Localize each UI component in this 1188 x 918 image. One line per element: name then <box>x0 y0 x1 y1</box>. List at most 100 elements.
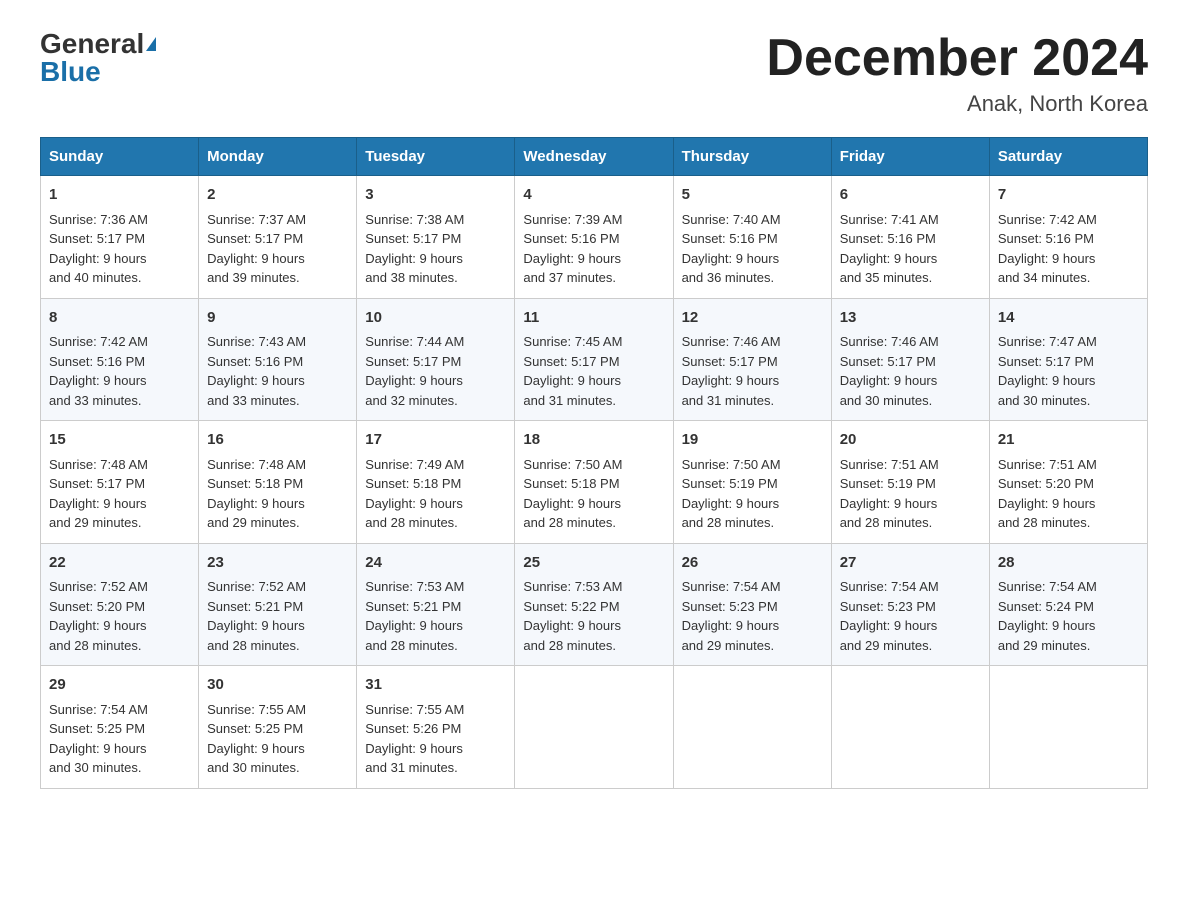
calendar-day-cell: 9Sunrise: 7:43 AMSunset: 5:16 PMDaylight… <box>199 298 357 421</box>
calendar-day-cell: 13Sunrise: 7:46 AMSunset: 5:17 PMDayligh… <box>831 298 989 421</box>
daylight-line1: Daylight: 9 hours <box>840 373 938 388</box>
sunset-text: Sunset: 5:16 PM <box>840 231 936 246</box>
sunrise-text: Sunrise: 7:52 AM <box>49 579 148 594</box>
day-of-week-header: Tuesday <box>357 138 515 176</box>
calendar-week-row: 15Sunrise: 7:48 AMSunset: 5:17 PMDayligh… <box>41 421 1148 544</box>
daylight-line1: Daylight: 9 hours <box>207 251 305 266</box>
day-number: 14 <box>998 307 1139 330</box>
day-number: 18 <box>523 429 664 452</box>
logo-blue-text: Blue <box>40 58 101 86</box>
calendar-day-cell: 6Sunrise: 7:41 AMSunset: 5:16 PMDaylight… <box>831 176 989 299</box>
calendar-day-cell: 20Sunrise: 7:51 AMSunset: 5:19 PMDayligh… <box>831 421 989 544</box>
day-of-week-header: Thursday <box>673 138 831 176</box>
daylight-line2: and 30 minutes. <box>49 760 142 775</box>
day-number: 17 <box>365 429 506 452</box>
daylight-line1: Daylight: 9 hours <box>998 496 1096 511</box>
calendar-week-row: 8Sunrise: 7:42 AMSunset: 5:16 PMDaylight… <box>41 298 1148 421</box>
sunset-text: Sunset: 5:17 PM <box>49 476 145 491</box>
day-number: 29 <box>49 674 190 697</box>
sunrise-text: Sunrise: 7:45 AM <box>523 334 622 349</box>
calendar-day-cell: 17Sunrise: 7:49 AMSunset: 5:18 PMDayligh… <box>357 421 515 544</box>
sunset-text: Sunset: 5:17 PM <box>682 354 778 369</box>
day-number: 10 <box>365 307 506 330</box>
daylight-line1: Daylight: 9 hours <box>49 251 147 266</box>
day-number: 6 <box>840 184 981 207</box>
day-number: 16 <box>207 429 348 452</box>
sunrise-text: Sunrise: 7:38 AM <box>365 212 464 227</box>
daylight-line1: Daylight: 9 hours <box>207 741 305 756</box>
calendar-day-cell: 7Sunrise: 7:42 AMSunset: 5:16 PMDaylight… <box>989 176 1147 299</box>
daylight-line2: and 28 minutes. <box>523 638 616 653</box>
daylight-line1: Daylight: 9 hours <box>49 618 147 633</box>
calendar-day-cell: 8Sunrise: 7:42 AMSunset: 5:16 PMDaylight… <box>41 298 199 421</box>
day-number: 26 <box>682 552 823 575</box>
sunrise-text: Sunrise: 7:55 AM <box>365 702 464 717</box>
calendar-day-cell: 25Sunrise: 7:53 AMSunset: 5:22 PMDayligh… <box>515 543 673 666</box>
calendar-day-cell: 18Sunrise: 7:50 AMSunset: 5:18 PMDayligh… <box>515 421 673 544</box>
sunset-text: Sunset: 5:20 PM <box>998 476 1094 491</box>
empty-cell <box>673 666 831 789</box>
sunrise-text: Sunrise: 7:37 AM <box>207 212 306 227</box>
empty-cell <box>515 666 673 789</box>
month-title: December 2024 <box>766 30 1148 87</box>
daylight-line1: Daylight: 9 hours <box>682 251 780 266</box>
day-number: 30 <box>207 674 348 697</box>
day-number: 28 <box>998 552 1139 575</box>
calendar-day-cell: 16Sunrise: 7:48 AMSunset: 5:18 PMDayligh… <box>199 421 357 544</box>
sunrise-text: Sunrise: 7:36 AM <box>49 212 148 227</box>
sunset-text: Sunset: 5:25 PM <box>207 721 303 736</box>
sunset-text: Sunset: 5:17 PM <box>365 354 461 369</box>
sunrise-text: Sunrise: 7:47 AM <box>998 334 1097 349</box>
sunset-text: Sunset: 5:19 PM <box>840 476 936 491</box>
daylight-line2: and 29 minutes. <box>49 515 142 530</box>
sunset-text: Sunset: 5:21 PM <box>207 599 303 614</box>
daylight-line2: and 35 minutes. <box>840 270 933 285</box>
sunset-text: Sunset: 5:25 PM <box>49 721 145 736</box>
daylight-line2: and 28 minutes. <box>207 638 300 653</box>
sunset-text: Sunset: 5:23 PM <box>840 599 936 614</box>
daylight-line1: Daylight: 9 hours <box>365 618 463 633</box>
day-number: 11 <box>523 307 664 330</box>
daylight-line1: Daylight: 9 hours <box>998 618 1096 633</box>
empty-cell <box>831 666 989 789</box>
sunrise-text: Sunrise: 7:51 AM <box>840 457 939 472</box>
calendar-day-cell: 26Sunrise: 7:54 AMSunset: 5:23 PMDayligh… <box>673 543 831 666</box>
daylight-line1: Daylight: 9 hours <box>49 741 147 756</box>
logo: General Blue <box>40 30 156 86</box>
calendar-day-cell: 28Sunrise: 7:54 AMSunset: 5:24 PMDayligh… <box>989 543 1147 666</box>
logo-general-text: General <box>40 30 144 58</box>
calendar-day-cell: 15Sunrise: 7:48 AMSunset: 5:17 PMDayligh… <box>41 421 199 544</box>
daylight-line2: and 40 minutes. <box>49 270 142 285</box>
sunset-text: Sunset: 5:17 PM <box>840 354 936 369</box>
sunrise-text: Sunrise: 7:44 AM <box>365 334 464 349</box>
daylight-line1: Daylight: 9 hours <box>682 496 780 511</box>
sunset-text: Sunset: 5:23 PM <box>682 599 778 614</box>
sunset-text: Sunset: 5:20 PM <box>49 599 145 614</box>
calendar-day-cell: 19Sunrise: 7:50 AMSunset: 5:19 PMDayligh… <box>673 421 831 544</box>
sunset-text: Sunset: 5:16 PM <box>207 354 303 369</box>
sunrise-text: Sunrise: 7:51 AM <box>998 457 1097 472</box>
daylight-line1: Daylight: 9 hours <box>49 373 147 388</box>
sunset-text: Sunset: 5:17 PM <box>365 231 461 246</box>
daylight-line1: Daylight: 9 hours <box>365 251 463 266</box>
sunset-text: Sunset: 5:16 PM <box>998 231 1094 246</box>
daylight-line1: Daylight: 9 hours <box>682 373 780 388</box>
sunset-text: Sunset: 5:16 PM <box>682 231 778 246</box>
daylight-line1: Daylight: 9 hours <box>207 618 305 633</box>
sunrise-text: Sunrise: 7:52 AM <box>207 579 306 594</box>
sunrise-text: Sunrise: 7:54 AM <box>49 702 148 717</box>
sunrise-text: Sunrise: 7:40 AM <box>682 212 781 227</box>
empty-cell <box>989 666 1147 789</box>
calendar-day-cell: 21Sunrise: 7:51 AMSunset: 5:20 PMDayligh… <box>989 421 1147 544</box>
sunset-text: Sunset: 5:19 PM <box>682 476 778 491</box>
daylight-line2: and 36 minutes. <box>682 270 775 285</box>
sunrise-text: Sunrise: 7:42 AM <box>49 334 148 349</box>
sunrise-text: Sunrise: 7:54 AM <box>682 579 781 594</box>
page-header: General Blue December 2024 Anak, North K… <box>40 30 1148 117</box>
daylight-line2: and 32 minutes. <box>365 393 458 408</box>
day-number: 7 <box>998 184 1139 207</box>
calendar-week-row: 22Sunrise: 7:52 AMSunset: 5:20 PMDayligh… <box>41 543 1148 666</box>
calendar-table: SundayMondayTuesdayWednesdayThursdayFrid… <box>40 137 1148 789</box>
calendar-day-cell: 22Sunrise: 7:52 AMSunset: 5:20 PMDayligh… <box>41 543 199 666</box>
daylight-line1: Daylight: 9 hours <box>523 496 621 511</box>
